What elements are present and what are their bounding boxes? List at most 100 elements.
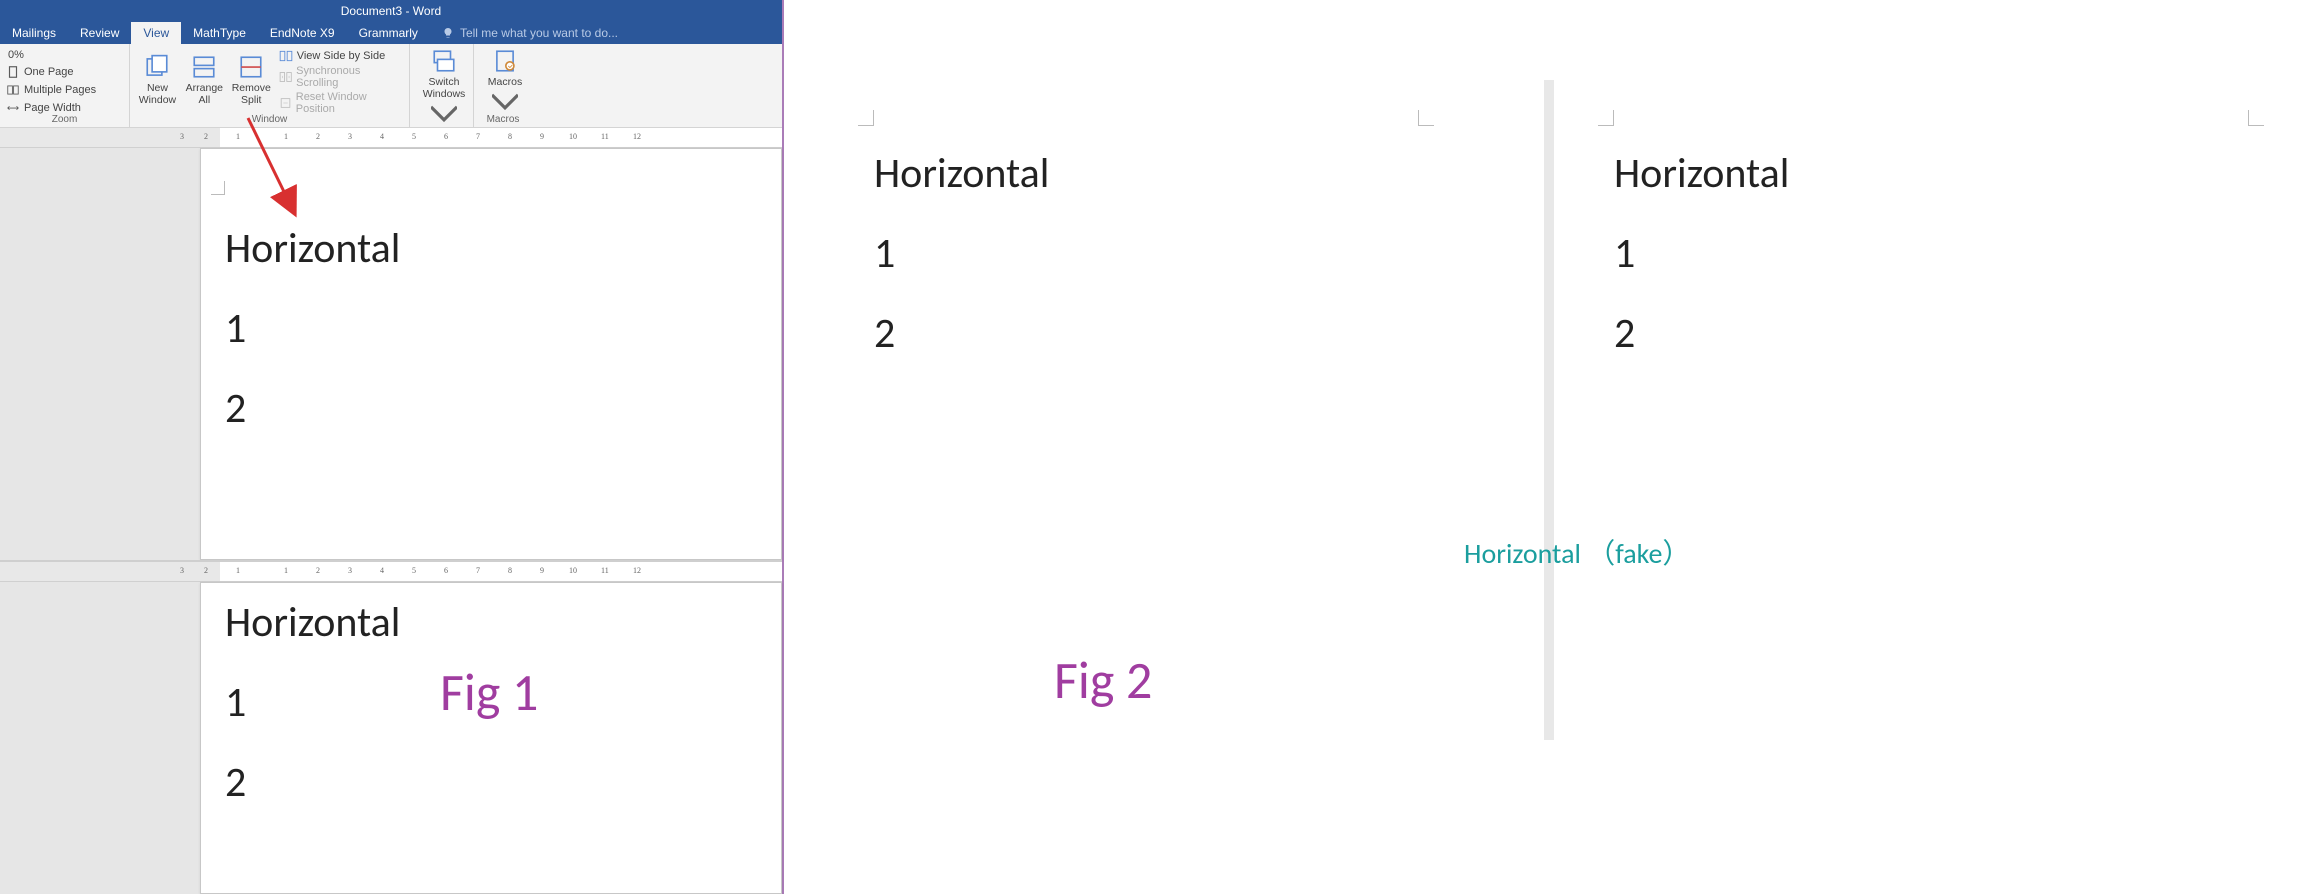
figure-2: Horizontal 1 2 Horizontal 1 2 Horizontal… [784, 0, 2300, 894]
ruler-ticks: 321 123 456 789 101112 [0, 562, 782, 582]
figure-1: Document3 - Word Mailings Review View Ma… [0, 0, 782, 894]
fig2-left-page[interactable]: Horizontal 1 2 [874, 0, 1494, 894]
svg-text:11: 11 [601, 566, 609, 575]
svg-text:11: 11 [601, 132, 609, 141]
svg-text:2: 2 [204, 566, 208, 575]
svg-text:5: 5 [412, 566, 416, 575]
tab-review[interactable]: Review [68, 22, 131, 44]
doc-line1-b: Horizontal [225, 583, 757, 663]
svg-text:4: 4 [380, 132, 384, 141]
fake-annotation: Horizontal （fake） [1464, 532, 1690, 572]
fig2-caption: Fig 2 [1054, 648, 1152, 712]
ribbon-tabs: Mailings Review View MathType EndNote X9… [0, 22, 782, 44]
tab-mailings[interactable]: Mailings [0, 22, 68, 44]
side-by-side-icon [279, 49, 293, 63]
switch-windows-button[interactable]: Switch Windows [414, 46, 474, 130]
fig2-right-line1: Horizontal [1614, 134, 2234, 214]
chevron-down-icon [492, 90, 518, 116]
page-width-icon [6, 101, 20, 115]
split-pane-bottom[interactable]: 321 123 456 789 101112 Horizontal 1 2 [0, 562, 782, 894]
svg-text:1: 1 [284, 566, 288, 575]
sync-scroll-icon [279, 70, 292, 84]
view-side-by-side-button[interactable]: View Side by Side [279, 49, 401, 63]
svg-text:3: 3 [348, 566, 352, 575]
svg-text:7: 7 [476, 566, 480, 575]
svg-text:3: 3 [180, 566, 184, 575]
fig2-right-page[interactable]: Horizontal 1 2 [1614, 0, 2234, 894]
tab-grammarly[interactable]: Grammarly [347, 22, 430, 44]
zoom-group-label: Zoom [0, 114, 129, 127]
ruler-ticks: 321 123 456 789 101112 [0, 128, 782, 148]
svg-text:9: 9 [540, 566, 544, 575]
document-page-top[interactable]: Horizontal 1 2 [200, 148, 782, 560]
fig2-right-line3: 2 [1614, 294, 2234, 374]
ribbon-content: 0% One Page Multiple Pages Page Width Zo… [0, 44, 782, 128]
remove-split-button[interactable]: Remove Split [228, 46, 275, 114]
fig2-left-line2: 1 [874, 214, 1494, 294]
one-page-icon [6, 65, 20, 79]
window-group: New Window Arrange All Remove Split View… [130, 44, 410, 127]
tell-me[interactable]: Tell me what you want to do... [442, 26, 618, 40]
svg-text:6: 6 [444, 566, 448, 575]
svg-text:8: 8 [508, 566, 512, 575]
svg-text:2: 2 [316, 132, 320, 141]
svg-text:4: 4 [380, 566, 384, 575]
tell-me-label: Tell me what you want to do... [460, 26, 618, 40]
svg-text:9: 9 [540, 132, 544, 141]
zoom-group: 0% One Page Multiple Pages Page Width Zo… [0, 44, 130, 127]
tab-endnote[interactable]: EndNote X9 [258, 22, 347, 44]
doc-line2: 1 [225, 289, 757, 369]
doc-line3: 2 [225, 369, 757, 449]
one-page-button[interactable]: One Page [4, 64, 125, 80]
document-title: Document3 - Word [341, 4, 441, 18]
ruler-bottom[interactable]: 321 123 456 789 101112 [0, 562, 782, 582]
tab-mathtype[interactable]: MathType [181, 22, 258, 44]
tab-view[interactable]: View [131, 22, 181, 44]
svg-text:6: 6 [444, 132, 448, 141]
macros-group-label: Macros [474, 114, 532, 127]
fig2-left-line3: 2 [874, 294, 1494, 374]
svg-text:7: 7 [476, 132, 480, 141]
doc-line1: Horizontal [225, 209, 757, 289]
multiple-pages-icon [6, 83, 20, 97]
ruler-top[interactable]: 321 123 456 789 101112 [0, 128, 782, 148]
fig2-left-line1: Horizontal [874, 134, 1494, 214]
remove-split-icon [238, 54, 264, 80]
document-page-bottom[interactable]: Horizontal 1 2 [200, 582, 782, 894]
svg-text:2: 2 [204, 132, 208, 141]
new-window-button[interactable]: New Window [134, 46, 181, 114]
window-group-label: Window [130, 114, 409, 127]
svg-text:12: 12 [633, 566, 641, 575]
svg-text:1: 1 [236, 132, 240, 141]
chevron-down-icon [431, 102, 457, 128]
reset-position-icon [279, 96, 292, 110]
svg-text:8: 8 [508, 132, 512, 141]
macros-button[interactable]: Macros [478, 46, 532, 118]
reset-window-position-button: Reset Window Position [279, 91, 401, 115]
svg-text:10: 10 [569, 566, 577, 575]
bulb-icon [442, 27, 454, 39]
svg-text:3: 3 [348, 132, 352, 141]
doc-line3-b: 2 [225, 743, 757, 823]
svg-text:1: 1 [236, 566, 240, 575]
multiple-pages-button[interactable]: Multiple Pages [4, 82, 125, 98]
switch-windows-group: Switch Windows [410, 44, 474, 127]
vertical-split-bar[interactable] [1544, 80, 1554, 740]
svg-text:5: 5 [412, 132, 416, 141]
switch-windows-icon [431, 48, 457, 74]
sync-scrolling-button: Synchronous Scrolling [279, 65, 401, 89]
split-pane-top[interactable]: 321 123 456 789 101112 Horizontal 1 2 [0, 128, 782, 560]
svg-text:12: 12 [633, 132, 641, 141]
arrange-all-icon [191, 54, 217, 80]
svg-text:2: 2 [316, 566, 320, 575]
zoom-percent[interactable]: 0% [4, 48, 125, 62]
fig2-right-line2: 1 [1614, 214, 2234, 294]
svg-text:1: 1 [284, 132, 288, 141]
title-bar: Document3 - Word [0, 0, 782, 22]
arrange-all-button[interactable]: Arrange All [181, 46, 228, 114]
fig1-caption: Fig 1 [440, 660, 538, 724]
macros-group: Macros Macros [474, 44, 532, 127]
macros-icon [492, 48, 518, 74]
svg-text:3: 3 [180, 132, 184, 141]
new-window-icon [144, 54, 170, 80]
